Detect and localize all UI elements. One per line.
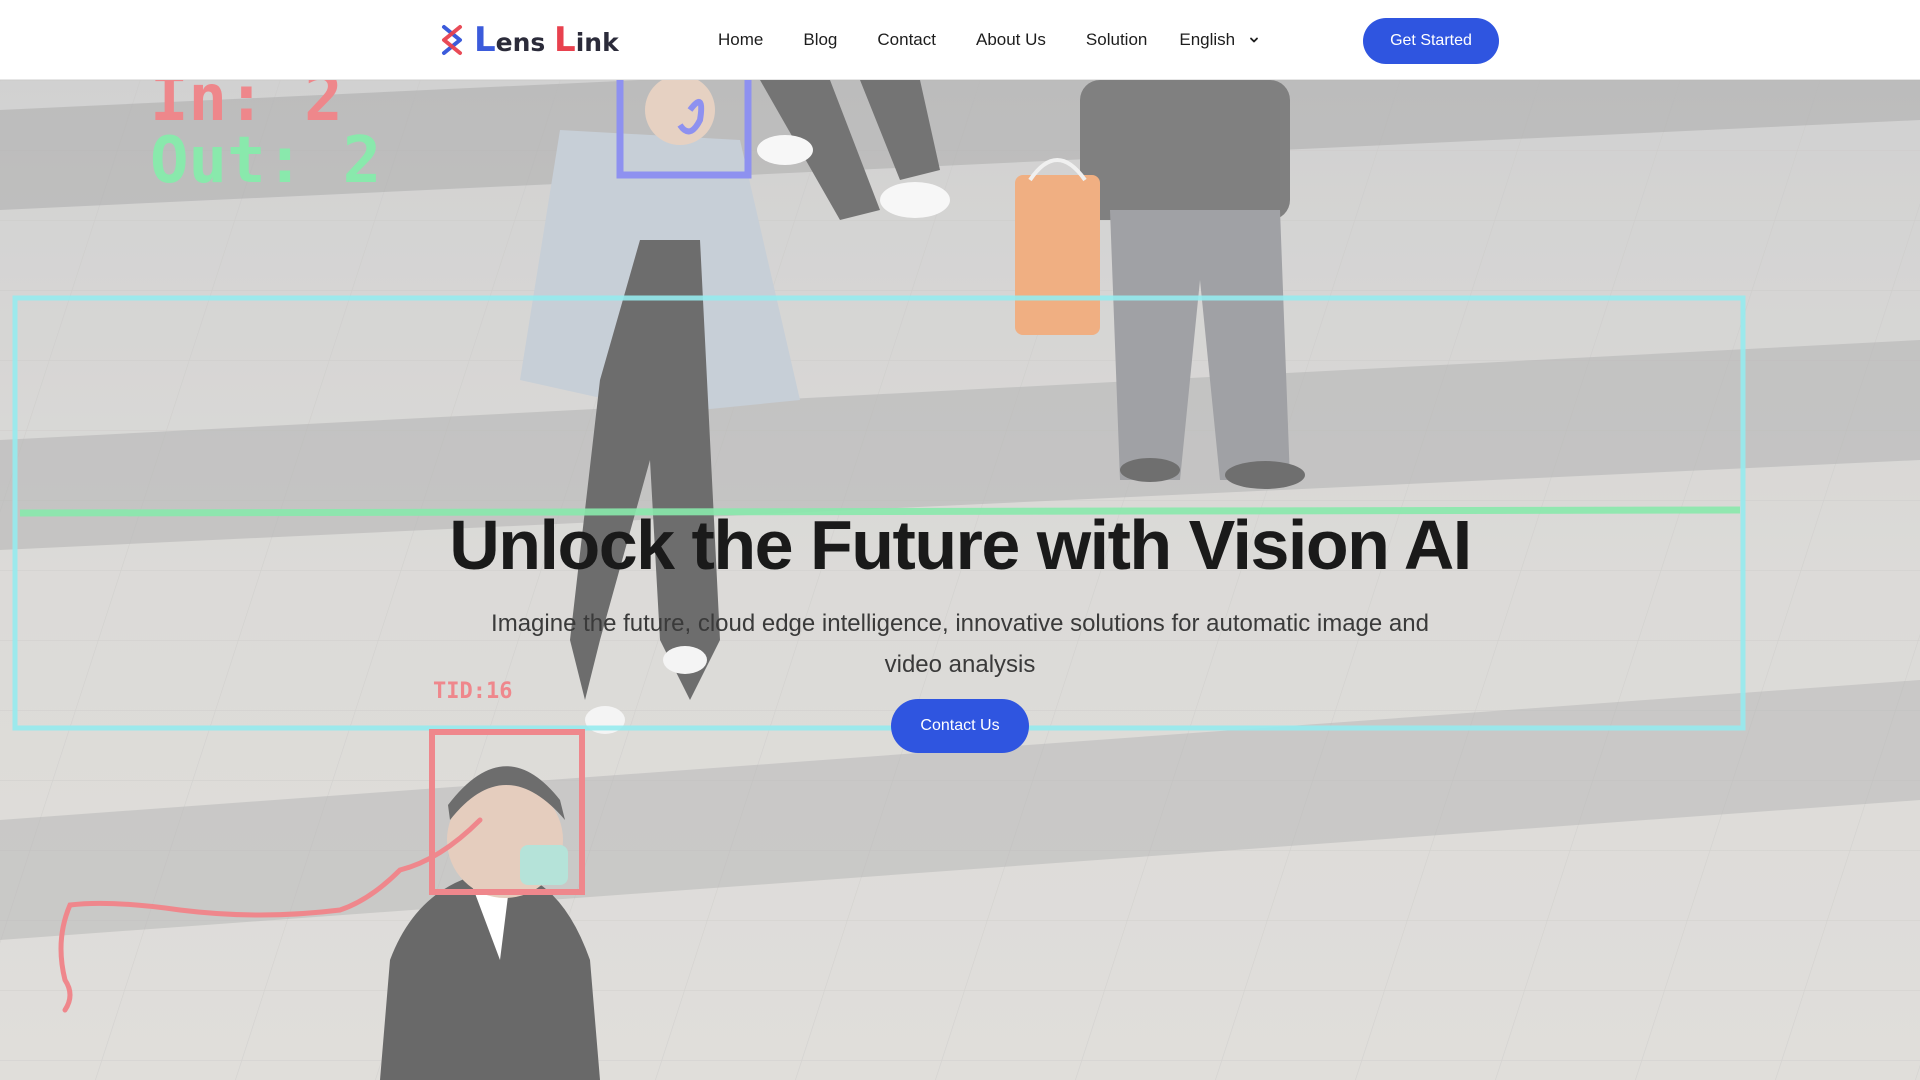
hero-title: Unlock the Future with Vision AI <box>449 506 1472 584</box>
nav-link-home[interactable]: Home <box>718 30 763 50</box>
nav-link-about-us[interactable]: About Us <box>976 30 1046 50</box>
nav-link-solution[interactable]: Solution <box>1086 30 1147 50</box>
brand-logo[interactable]: Lens Link <box>440 22 619 58</box>
top-navbar: Lens Link Home Blog Contact About Us Sol… <box>0 0 1920 80</box>
hero-subtitle: Imagine the future, cloud edge intellige… <box>491 610 1429 678</box>
language-select-label: English <box>1179 30 1236 49</box>
logo-mark-icon <box>442 25 462 55</box>
nav-link-contact[interactable]: Contact <box>877 30 936 50</box>
contact-us-button[interactable]: Contact Us <box>891 699 1029 753</box>
main-nav: Home Blog Contact About Us Solution Engl… <box>718 0 1259 80</box>
hero-content: Unlock the Future with Vision AI Imagine… <box>0 505 1920 753</box>
brand-wordmark: Lens Link <box>474 20 619 60</box>
language-select[interactable]: English <box>1179 30 1259 50</box>
get-started-button[interactable]: Get Started <box>1363 18 1499 64</box>
chevron-down-icon <box>1250 37 1259 43</box>
hero-section: In: 2 Out: 2 TID:16 Unlock the Future wi… <box>0 80 1920 1080</box>
nav-link-blog[interactable]: Blog <box>803 30 837 50</box>
